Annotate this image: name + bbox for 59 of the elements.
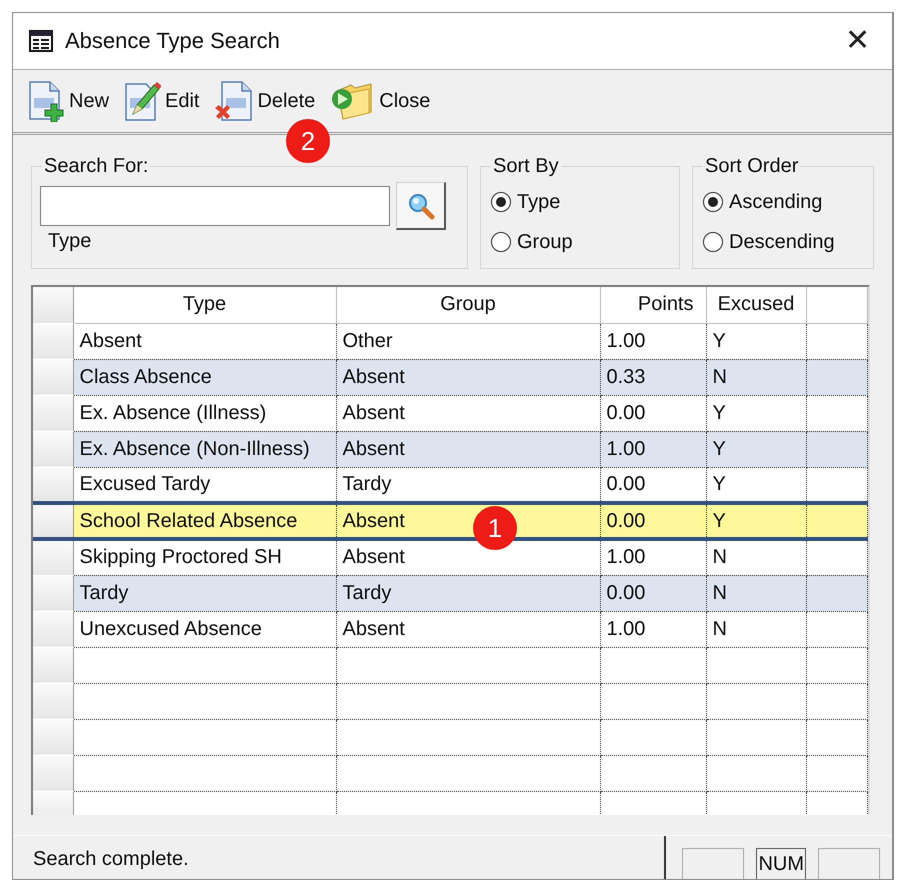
table-row[interactable]: Unexcused Absence Absent 1.00 N	[33, 611, 868, 647]
group-label: Sort Order	[704, 155, 800, 178]
table-cell: 0.00	[600, 503, 706, 539]
table-cell: Tardy	[73, 575, 336, 611]
column-header[interactable]: Group	[336, 287, 600, 323]
table-cell: Y	[706, 431, 806, 467]
status-panel	[682, 848, 744, 879]
table-cell: Ex. Absence (Non-Illness)	[73, 431, 336, 467]
row-selector[interactable]	[33, 467, 73, 503]
table-cell: 0.33	[600, 359, 706, 395]
edit-document-icon	[123, 80, 162, 122]
close-button[interactable]: ✕	[839, 26, 876, 56]
table-cell: Tardy	[336, 575, 600, 611]
column-header[interactable]: Type	[73, 287, 336, 323]
group-label: Search For:	[43, 155, 150, 178]
table-row[interactable]: Class Absence Absent 0.33 N	[33, 359, 868, 395]
table-cell: School Related Absence	[73, 503, 336, 539]
status-message: Search complete.	[32, 848, 190, 871]
new-button[interactable]: New	[23, 78, 114, 124]
group-label: Sort By	[492, 155, 560, 178]
search-field[interactable]	[40, 186, 390, 226]
table-cell: N	[706, 611, 806, 647]
corner-cell	[33, 287, 73, 323]
field-label: Type	[48, 230, 92, 253]
search-button[interactable]	[396, 182, 446, 230]
row-selector[interactable]	[33, 503, 73, 539]
table-cell: Absent	[336, 611, 600, 647]
table-cell: Absent	[336, 431, 600, 467]
radio-button[interactable]	[491, 192, 511, 212]
edit-button[interactable]: Edit	[119, 78, 204, 124]
window-icon	[29, 30, 53, 52]
radio-option[interactable]: Descending	[703, 222, 835, 262]
table-cell: 0.00	[600, 575, 706, 611]
table-cell: N	[706, 575, 806, 611]
window-title: Absence Type Search	[65, 28, 281, 54]
delete-document-icon	[213, 80, 254, 122]
radio-button[interactable]	[703, 192, 723, 212]
table-row[interactable]: Ex. Absence (Non-Illness) Absent 1.00 Y	[33, 431, 868, 467]
row-selector[interactable]	[33, 539, 73, 575]
radio-button[interactable]	[491, 232, 511, 252]
column-header[interactable]: Excused	[706, 287, 806, 323]
table-cell: N	[706, 359, 806, 395]
table-cell: 1.00	[600, 431, 706, 467]
table-row[interactable]: Tardy Tardy 0.00 N	[33, 575, 868, 611]
radio-option[interactable]: Group	[491, 222, 573, 262]
radio-button[interactable]	[703, 232, 723, 252]
table-cell: 1.00	[600, 611, 706, 647]
radio-option[interactable]: Ascending	[703, 182, 822, 222]
search-icon	[406, 192, 434, 220]
status-indicator: NUM	[756, 848, 806, 879]
column-header[interactable]: Points	[600, 287, 706, 323]
table-cell: Y	[706, 503, 806, 539]
callout-marker: 2	[286, 119, 330, 163]
new-document-icon	[27, 80, 65, 122]
radio-option[interactable]: Type	[491, 182, 560, 222]
status-panel	[818, 848, 880, 879]
table-cell: Absent	[336, 359, 600, 395]
table-cell: Unexcused Absence	[73, 611, 336, 647]
table-cell: Class Absence	[73, 359, 336, 395]
